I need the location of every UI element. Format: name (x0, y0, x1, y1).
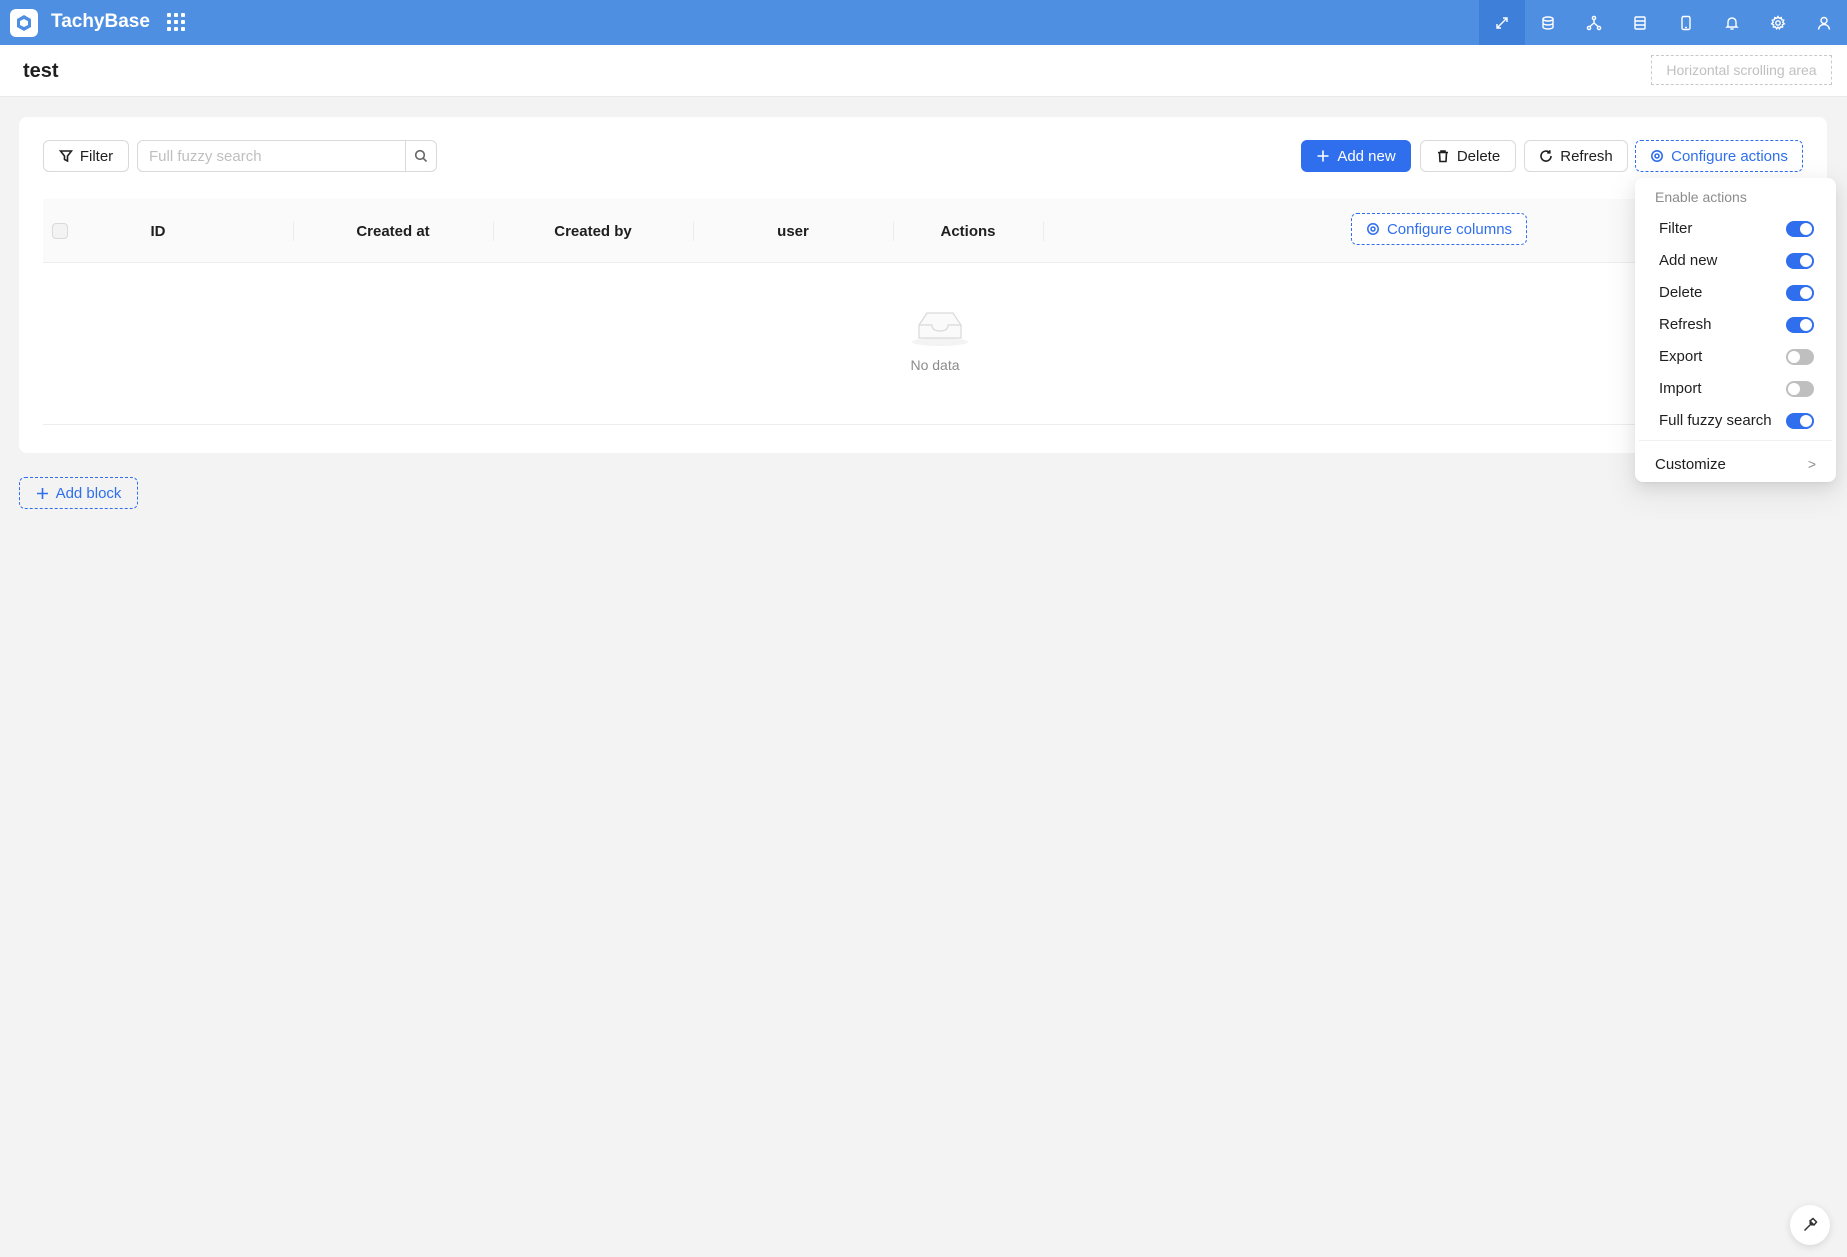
dropdown-item-refresh[interactable]: Refresh (1639, 308, 1832, 340)
empty-state: No data (43, 263, 1827, 425)
fuzzy-search-box (137, 140, 437, 172)
dropdown-item-export[interactable]: Export (1639, 340, 1832, 372)
refresh-icon (1540, 150, 1553, 162)
chevron-right-icon: > (1807, 456, 1816, 472)
refresh-button[interactable]: Refresh (1524, 140, 1628, 172)
dropdown-item-label: Full fuzzy search (1659, 411, 1772, 429)
toggle-switch[interactable] (1786, 413, 1814, 429)
plus-icon (1317, 150, 1329, 162)
toggle-switch[interactable] (1786, 221, 1814, 237)
configure-columns-label: Configure columns (1386, 220, 1513, 238)
toggle-switch[interactable] (1786, 381, 1814, 397)
filter-button[interactable]: Filter (43, 140, 129, 172)
gear-icon (1651, 150, 1664, 162)
column-header-user[interactable]: user (693, 199, 893, 263)
toggle-switch[interactable] (1786, 349, 1814, 365)
toggle-switch[interactable] (1786, 317, 1814, 333)
search-icon (414, 149, 428, 163)
dropdown-item-customize[interactable]: Customize > (1639, 448, 1832, 480)
configure-actions-label: Configure actions (1671, 147, 1788, 165)
dropdown-item-label: Filter (1659, 219, 1693, 237)
select-all-checkbox[interactable] (52, 223, 68, 239)
dropdown-group-title: Enable actions (1655, 189, 1747, 205)
ui-editor-icon[interactable] (1479, 0, 1525, 45)
dropdown-item-label: Export (1659, 347, 1703, 365)
toggle-switch[interactable] (1786, 285, 1814, 301)
plus-icon (36, 487, 48, 499)
dropdown-item-label: Delete (1659, 283, 1703, 301)
customize-label: Customize (1655, 455, 1726, 473)
filter-icon (58, 150, 73, 163)
empty-state-text: No data (910, 357, 960, 373)
apps-grid-icon[interactable] (167, 13, 185, 31)
top-navbar: TachyBase (0, 0, 1847, 45)
refresh-button-label: Refresh (1560, 147, 1613, 165)
page-header: test Horizontal scrolling area (0, 45, 1847, 97)
dropdown-item-label: Refresh (1659, 315, 1712, 333)
column-header-actions[interactable]: Actions (893, 199, 1043, 263)
database-icon[interactable] (1525, 0, 1571, 45)
dropdown-item-label: Add new (1659, 251, 1718, 269)
column-header-created-by[interactable]: Created by (493, 199, 693, 263)
dropdown-item-add-new[interactable]: Add new (1639, 244, 1832, 276)
add-block-button[interactable]: Add block (19, 477, 138, 509)
column-header-created-at[interactable]: Created at (293, 199, 493, 263)
table-header: ID Created at Created by user Actions Co… (43, 199, 1827, 263)
user-icon[interactable] (1801, 0, 1847, 45)
empty-inbox-icon (912, 312, 968, 346)
column-header-id[interactable]: ID (77, 199, 239, 263)
page-title: test (23, 60, 59, 82)
configure-actions-button[interactable]: Configure actions (1635, 140, 1803, 172)
delete-button[interactable]: Delete (1420, 140, 1516, 172)
workflow-icon[interactable] (1571, 0, 1617, 45)
configure-columns-button[interactable]: Configure columns (1351, 213, 1527, 245)
table-icon[interactable] (1617, 0, 1663, 45)
toggle-switch[interactable] (1786, 253, 1814, 269)
mobile-icon[interactable] (1663, 0, 1709, 45)
hammer-icon (1803, 1217, 1818, 1232)
column-divider (1043, 221, 1044, 241)
add-new-button[interactable]: Add new (1301, 140, 1411, 172)
dropdown-item-filter[interactable]: Filter (1639, 212, 1832, 244)
gear-icon[interactable] (1755, 0, 1801, 45)
logo-icon[interactable] (10, 9, 38, 37)
design-mode-button[interactable] (1790, 1205, 1830, 1245)
table-block: Filter Add new Delete Refresh Configure … (19, 117, 1827, 453)
bell-icon[interactable] (1709, 0, 1755, 45)
filter-button-label: Filter (79, 147, 114, 165)
horizontal-scrolling-area[interactable]: Horizontal scrolling area (1651, 55, 1832, 85)
delete-button-label: Delete (1456, 147, 1501, 165)
brand-name[interactable]: TachyBase (51, 11, 150, 33)
dropdown-divider (1639, 440, 1832, 441)
add-block-label: Add block (55, 484, 122, 502)
configure-actions-dropdown: Enable actions Filter Add new Delete Ref… (1635, 178, 1836, 482)
fuzzy-search-input[interactable] (138, 141, 405, 171)
dropdown-item-label: Import (1659, 379, 1702, 397)
dropdown-item-delete[interactable]: Delete (1639, 276, 1832, 308)
add-new-button-label: Add new (1337, 147, 1396, 165)
search-button[interactable] (405, 141, 436, 171)
dropdown-item-full-fuzzy-search[interactable]: Full fuzzy search (1639, 404, 1832, 436)
dropdown-item-import[interactable]: Import (1639, 372, 1832, 404)
gear-icon (1367, 223, 1379, 235)
trash-icon (1437, 150, 1448, 163)
